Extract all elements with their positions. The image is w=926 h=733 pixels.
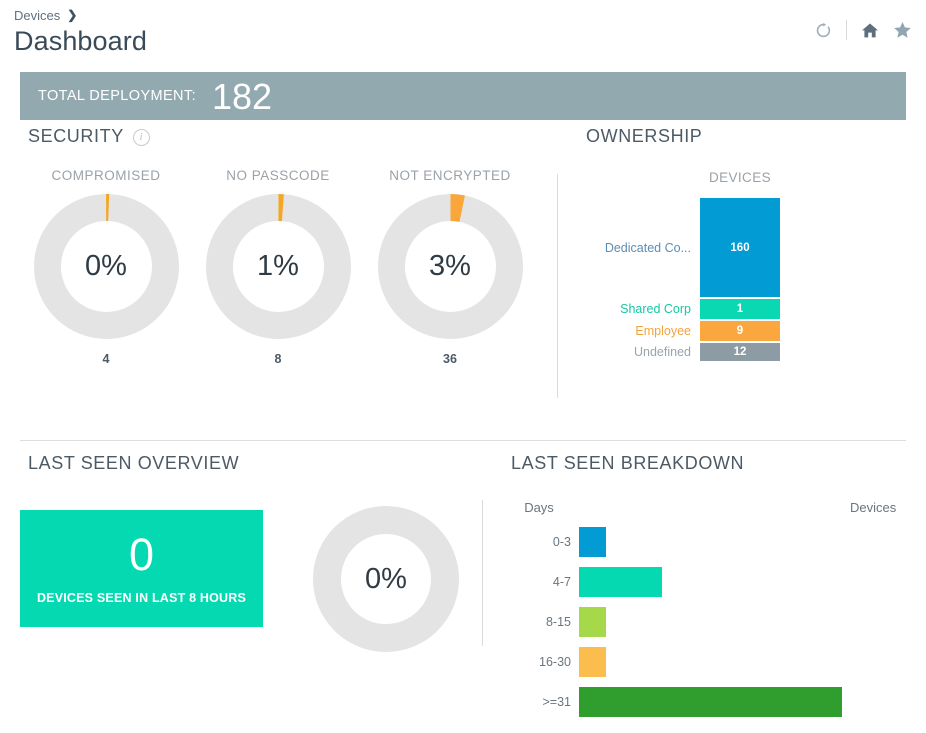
breakdown-bar: [579, 607, 606, 637]
ownership-segment-shared-corp[interactable]: Shared Corp 1: [620, 299, 780, 319]
ownership-segment-dedicated[interactable]: Dedicated Co... 160: [605, 198, 780, 297]
ownership-section-title: OWNERSHIP: [586, 126, 703, 146]
last-seen-donut-chart[interactable]: 0%: [313, 506, 459, 652]
gauge-percent: 1%: [257, 250, 299, 282]
devices-seen-value: 0: [128, 529, 155, 580]
breakdown-category: 8-15: [545, 615, 571, 629]
ownership-segment-employee[interactable]: Employee 9: [635, 321, 780, 341]
page-header: Devices ❯ Dashboard: [0, 0, 926, 62]
gauge-caption: NOT ENCRYPTED: [389, 168, 511, 183]
ownership-segment-label: Shared Corp: [620, 302, 691, 316]
security-gauges: COMPROMISED 0% 4 NO PASSCODE 1% 8 NOT EN…: [20, 168, 536, 366]
ownership-column-header: DEVICES: [708, 170, 772, 185]
header-divider: [846, 20, 847, 40]
breakdown-bar: [579, 687, 842, 717]
lower-region: LAST SEEN OVERVIEW LAST SEEN BREAKDOWN 0…: [0, 441, 926, 733]
gauge-compromised[interactable]: COMPROMISED 0% 4: [20, 168, 192, 366]
donut-chart: 0%: [33, 194, 179, 339]
breadcrumb-item-devices[interactable]: Devices: [14, 8, 60, 23]
breakdown-header-devices: Devices: [850, 500, 897, 515]
last-seen-breakdown-chart: Days Devices 0-3 1 4-7 9 8-15 1 1: [499, 500, 911, 722]
breakdown-header-days: Days: [524, 500, 554, 515]
breakdown-row[interactable]: 16-30 1: [499, 642, 911, 682]
donut-chart: 1%: [205, 194, 351, 339]
total-deployment-banner: TOTAL DEPLOYMENT: 182: [20, 72, 906, 120]
ownership-segment-label: Dedicated Co...: [604, 240, 691, 255]
upper-region: SECURITY i OWNERSHIP COMPROMISED 0% 4 NO…: [0, 120, 926, 415]
breakdown-bar: [579, 527, 606, 557]
gauge-no-passcode[interactable]: NO PASSCODE 1% 8: [192, 168, 364, 366]
refresh-icon[interactable]: [815, 22, 832, 39]
breakdown-category: 0-3: [552, 535, 571, 549]
breakdown-category: >=31: [542, 695, 571, 709]
lower-divider-vertical: [482, 500, 483, 646]
ownership-chart: DEVICES Dedicated Co... 160 Shared Corp …: [586, 170, 906, 390]
header-actions: [815, 20, 912, 40]
ownership-segment-value: 160: [730, 241, 750, 254]
chevron-right-icon: ❯: [67, 8, 78, 22]
last-seen-breakdown-title: LAST SEEN BREAKDOWN: [511, 453, 745, 473]
gauge-count: 4: [102, 352, 110, 366]
total-deployment-label: TOTAL DEPLOYMENT:: [38, 88, 197, 104]
gauge-count: 8: [274, 352, 282, 366]
breakdown-category: 4-7: [552, 575, 571, 589]
donut-chart: 3%: [377, 194, 523, 339]
ownership-segment-value: 1: [736, 303, 744, 315]
gauge-not-encrypted[interactable]: NOT ENCRYPTED 3% 36: [364, 168, 536, 366]
gauge-percent: 0%: [85, 250, 127, 282]
breakdown-row[interactable]: 8-15 1: [499, 602, 911, 642]
gauge-caption: NO PASSCODE: [226, 168, 330, 183]
breakdown-bar: [579, 647, 606, 677]
total-deployment-value: 182: [212, 76, 273, 117]
breakdown-header-row: Days Devices: [499, 500, 911, 522]
last-seen-donut-percent: 0%: [365, 562, 407, 595]
breakdown-row[interactable]: >=31 170: [499, 682, 911, 722]
breakdown-category: 16-30: [539, 655, 571, 669]
devices-seen-card[interactable]: 0 DEVICES SEEN IN LAST 8 HOURS: [20, 510, 263, 627]
gauge-caption: COMPROMISED: [51, 168, 161, 183]
devices-seen-label: DEVICES SEEN IN LAST 8 HOURS: [36, 591, 247, 605]
ownership-segment-value: 9: [736, 325, 744, 337]
breakdown-row[interactable]: 0-3 1: [499, 522, 911, 562]
ownership-segment-undefined[interactable]: Undefined 12: [634, 343, 780, 361]
ownership-segment-label: Undefined: [634, 345, 691, 359]
breakdown-bar: [579, 567, 662, 597]
gauge-percent: 3%: [429, 250, 471, 282]
ownership-stacked-bar: Dedicated Co... 160 Shared Corp 1 Employ…: [605, 198, 780, 363]
star-icon[interactable]: [893, 21, 912, 39]
last-seen-overview-title: LAST SEEN OVERVIEW: [28, 453, 240, 473]
info-icon[interactable]: i: [132, 129, 150, 146]
gauge-count: 36: [443, 352, 457, 366]
security-title-text: SECURITY: [28, 126, 124, 146]
page-title: Dashboard: [14, 26, 147, 56]
ownership-segment-label: Employee: [635, 324, 691, 338]
section-divider-vertical: [557, 174, 558, 398]
home-icon[interactable]: [861, 22, 879, 39]
breakdown-row[interactable]: 4-7 9: [499, 562, 911, 602]
security-section-title: SECURITY i: [28, 126, 150, 147]
ownership-segment-value: 12: [733, 346, 747, 358]
breadcrumb: Devices ❯: [14, 6, 906, 24]
